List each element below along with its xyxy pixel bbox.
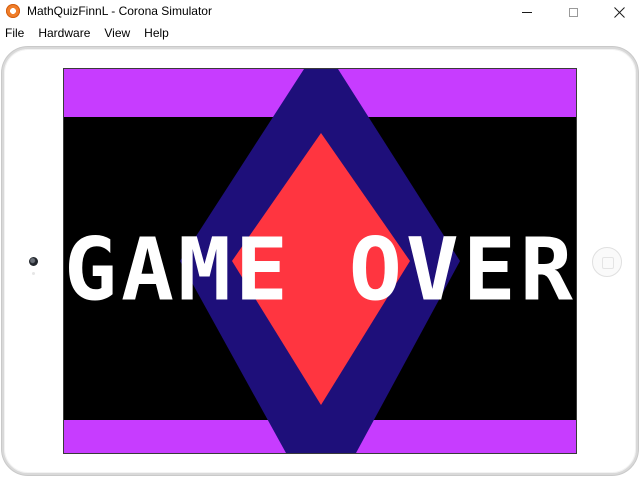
window-title: MathQuizFinnL - Corona Simulator: [27, 4, 212, 18]
menu-bar: File Hardware View Help: [0, 24, 642, 44]
menu-help[interactable]: Help: [137, 24, 176, 44]
sensor-dot: [32, 272, 35, 275]
home-button-icon[interactable]: [592, 247, 622, 277]
close-button[interactable]: [596, 0, 642, 24]
menu-hardware[interactable]: Hardware: [31, 24, 97, 44]
minimize-button[interactable]: [504, 0, 550, 24]
close-icon: [613, 6, 625, 18]
game-screen[interactable]: GAME OVER: [63, 68, 577, 454]
title-bar[interactable]: MathQuizFinnL - Corona Simulator: [0, 0, 642, 24]
simulator-window: MathQuizFinnL - Corona Simulator File Ha…: [0, 0, 642, 479]
menu-view[interactable]: View: [97, 24, 137, 44]
game-over-text: GAME OVER: [64, 219, 577, 320]
minimize-icon: [522, 11, 532, 13]
menu-file[interactable]: File: [0, 24, 31, 44]
corona-app-icon[interactable]: [6, 4, 20, 18]
camera-icon: [29, 257, 38, 266]
maximize-button[interactable]: [550, 0, 596, 24]
maximize-icon: [568, 7, 578, 17]
device-area: GAME OVER: [0, 44, 642, 479]
